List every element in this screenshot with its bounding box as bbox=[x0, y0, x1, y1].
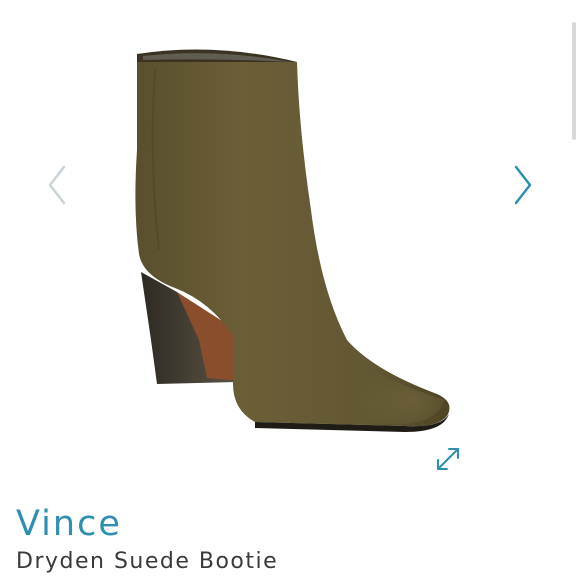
brand-name[interactable]: Vince bbox=[16, 504, 122, 544]
expand-arrows-icon[interactable] bbox=[433, 444, 463, 474]
product-image bbox=[135, 49, 450, 432]
product-page: Vince Dryden Suede Bootie bbox=[0, 0, 580, 580]
chevron-right-icon[interactable] bbox=[508, 163, 538, 207]
product-title: Dryden Suede Bootie bbox=[16, 549, 279, 574]
product-image-gallery bbox=[0, 0, 580, 490]
chevron-left-icon[interactable] bbox=[44, 163, 74, 207]
